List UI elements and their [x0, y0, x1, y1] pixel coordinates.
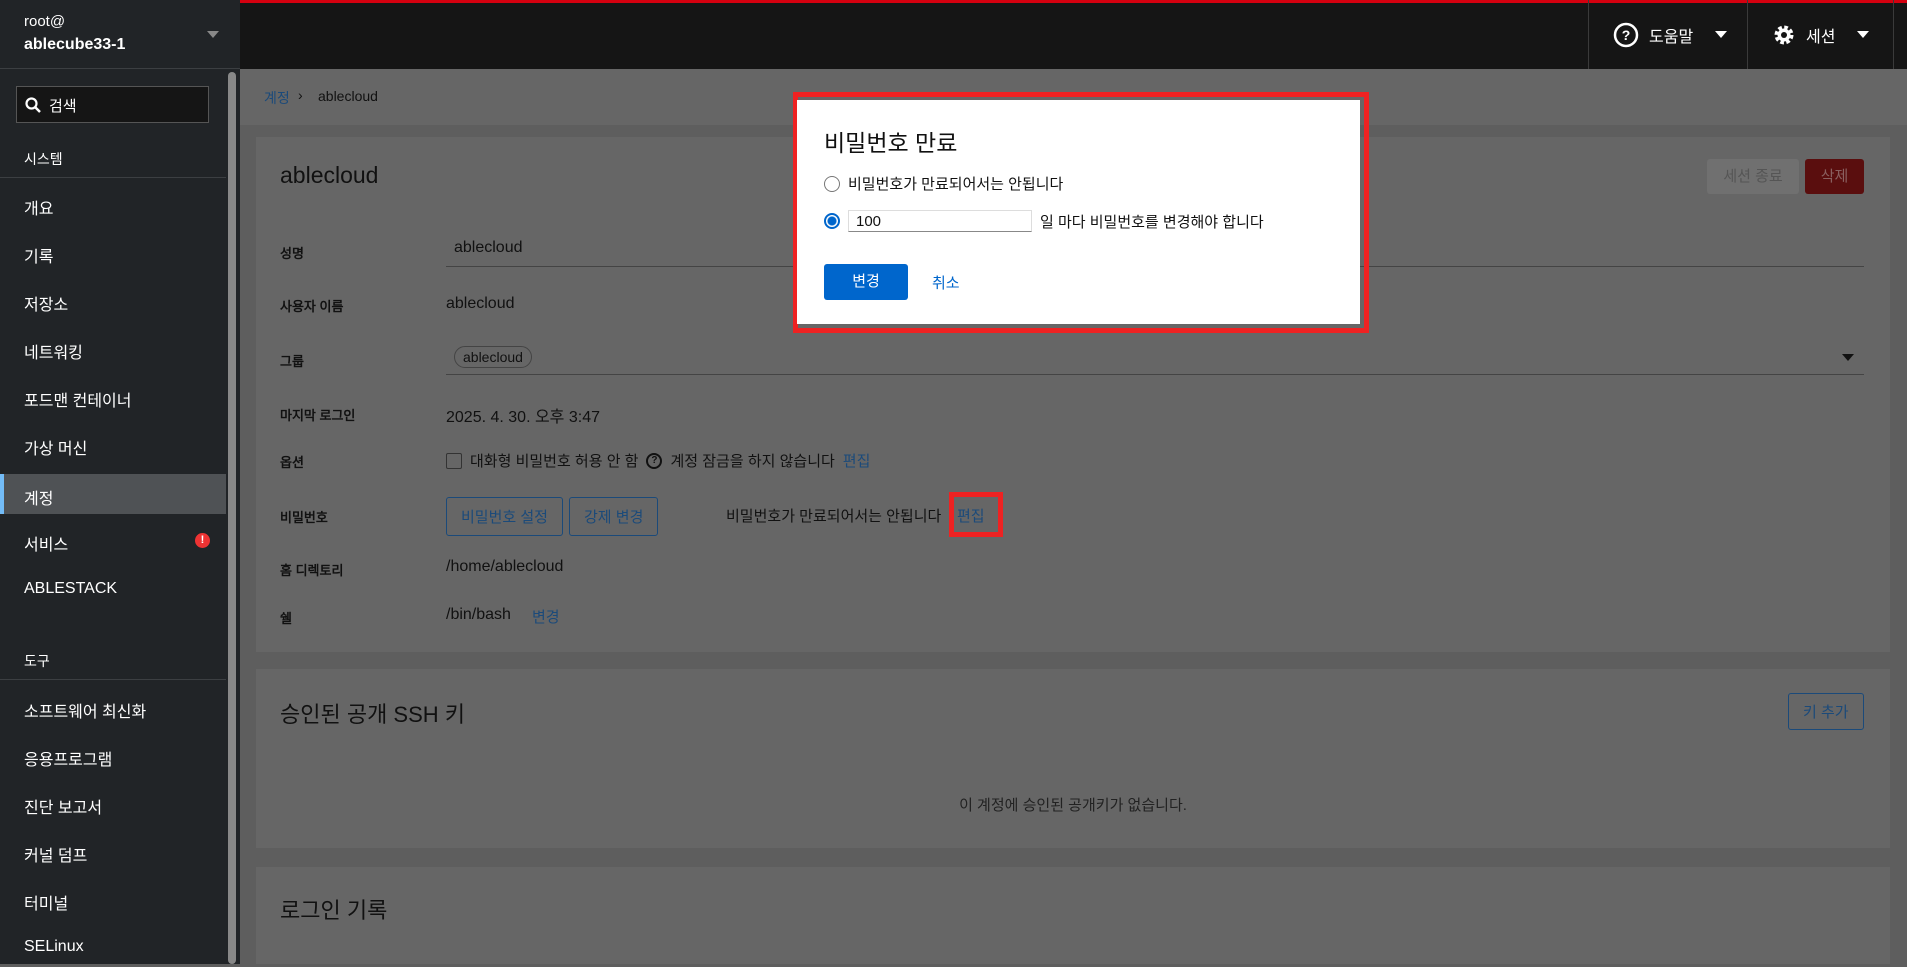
nav-terminal[interactable]: 터미널 — [0, 879, 226, 919]
login-history-card: 로그인 기록 — [256, 867, 1890, 964]
session-menu-button[interactable]: 세션 — [1747, 0, 1895, 69]
nav-ablestack[interactable]: ABLESTACK — [0, 569, 226, 609]
caret-down-icon — [207, 31, 219, 38]
never-expire-radio[interactable] — [824, 175, 840, 192]
full-name-label: 성명 — [280, 246, 304, 261]
no-interactive-pw-checkbox[interactable] — [446, 452, 462, 469]
help-label: 도움말 — [1649, 28, 1694, 46]
help-icon: ? — [1613, 22, 1639, 47]
expire-days-input[interactable]: 100 — [848, 210, 1032, 232]
nav-kernel-dump[interactable]: 커널 덤프 — [0, 831, 226, 871]
nav-podman[interactable]: 포드맨 컨테이너 — [0, 376, 226, 416]
breadcrumb-current: ablecloud — [318, 88, 378, 104]
confirm-change-button[interactable]: 변경 — [824, 264, 908, 300]
breadcrumb-accounts-link[interactable]: 계정 — [264, 88, 290, 108]
caret-down-icon — [1715, 31, 1728, 38]
host-name: ablecube33-1 — [24, 36, 126, 53]
edit-lock-link[interactable]: 편집 — [843, 450, 871, 471]
last-login-value: 2025. 4. 30. 오후 3:47 — [446, 409, 600, 426]
help-menu-button[interactable]: ? 도움말 — [1588, 0, 1751, 69]
change-shell-link[interactable]: 변경 — [532, 606, 560, 627]
svg-text:?: ? — [1622, 27, 1631, 43]
host-user: root@ — [24, 13, 66, 30]
search-input[interactable]: 검색 — [16, 86, 209, 123]
end-session-button[interactable]: 세션 종료 — [1707, 159, 1799, 194]
nav-software-updates[interactable]: 소프트웨어 최신화 — [0, 687, 226, 727]
error-badge-icon: ! — [195, 533, 210, 548]
last-login-label: 마지막 로그인 — [280, 408, 356, 423]
edit-password-expiry-link[interactable]: 편집 — [957, 505, 985, 526]
nav-services-label: 서비스 — [24, 537, 69, 554]
nav-logs[interactable]: 기록 — [0, 232, 226, 272]
set-password-button[interactable]: 비밀번호 설정 — [446, 497, 563, 536]
no-interactive-pw-label: 대화형 비밀번호 허용 안 함 — [470, 453, 639, 470]
expire-days-option[interactable]: 100 일 마다 비밀번호를 변경해야 합니다 — [824, 210, 1264, 232]
account-title: ablecloud — [280, 162, 379, 188]
ssh-keys-card: 승인된 공개 SSH 키 키 추가 이 계정에 승인된 공개키가 없습니다. — [256, 669, 1890, 848]
nav-networking[interactable]: 네트워킹 — [0, 328, 226, 368]
sidebar: root@ ablecube33-1 검색 시스템 개요 기록 저장소 네트워킹… — [0, 0, 240, 964]
force-change-button[interactable]: 강제 변경 — [569, 497, 659, 536]
help-icon[interactable]: ? — [646, 452, 663, 469]
options-label: 옵션 — [280, 455, 304, 470]
nav-accounts[interactable]: 계정 — [0, 474, 226, 514]
sidebar-scrollbar[interactable] — [228, 72, 236, 964]
caret-down-icon — [1857, 31, 1870, 38]
expire-days-suffix: 일 마다 비밀번호를 변경해야 합니다 — [1040, 213, 1264, 231]
options-row: 대화형 비밀번호 허용 안 함 ? 계정 잠금을 하지 않습니다 편집 — [446, 450, 870, 471]
shell-value: /bin/bash — [446, 606, 511, 623]
home-value: /home/ablecloud — [446, 558, 564, 575]
delete-button[interactable]: 삭제 — [1805, 159, 1864, 194]
divider — [0, 679, 226, 680]
section-header-tools: 도구 — [24, 653, 50, 669]
divider — [0, 177, 226, 178]
nav-services[interactable]: 서비스! — [0, 520, 226, 560]
username-value: ablecloud — [446, 295, 515, 312]
never-expire-label: 비밀번호가 만료되어서는 안됩니다 — [848, 176, 1064, 193]
search-placeholder: 검색 — [49, 98, 77, 115]
chevron-right-icon: › — [298, 87, 303, 103]
password-expiry-status: 비밀번호가 만료되어서는 안됩니다 — [726, 508, 942, 525]
password-expiry-dialog: 비밀번호 만료 비밀번호가 만료되어서는 안됩니다 100 일 마다 비밀번호를… — [797, 100, 1360, 324]
nav-overview[interactable]: 개요 — [0, 184, 226, 224]
nav-diagnostic-reports[interactable]: 진단 보고서 — [0, 783, 226, 823]
shell-label: 쉘 — [280, 611, 292, 626]
password-label: 비밀번호 — [280, 510, 328, 525]
ssh-empty-message: 이 계정에 승인된 공개키가 없습니다. — [959, 797, 1187, 814]
home-label: 홈 디렉토리 — [280, 563, 344, 578]
session-label: 세션 — [1806, 28, 1836, 46]
host-switcher[interactable]: root@ ablecube33-1 — [0, 0, 240, 69]
cancel-button[interactable]: 취소 — [932, 272, 960, 293]
username-label: 사용자 이름 — [280, 299, 344, 314]
search-icon — [25, 97, 41, 113]
account-lock-status: 계정 잠금을 하지 않습니다 — [670, 453, 835, 470]
never-expire-option[interactable]: 비밀번호가 만료되어서는 안됩니다 — [824, 173, 1063, 194]
group-label: 그룹 — [280, 354, 304, 369]
caret-down-icon — [1842, 354, 1854, 361]
expire-days-radio[interactable] — [824, 213, 840, 229]
ssh-keys-title: 승인된 공개 SSH 키 — [280, 702, 466, 727]
group-chip[interactable]: ablecloud — [454, 346, 532, 368]
section-header-system: 시스템 — [24, 151, 63, 167]
login-history-title: 로그인 기록 — [280, 898, 388, 923]
add-key-button[interactable]: 키 추가 — [1788, 693, 1864, 730]
group-select[interactable]: ablecloud — [446, 339, 1864, 375]
gear-icon — [1774, 25, 1794, 44]
nav-vms[interactable]: 가상 머신 — [0, 424, 226, 464]
dialog-title: 비밀번호 만료 — [824, 130, 958, 156]
nav-selinux[interactable]: SELinux — [0, 927, 226, 967]
nav-storage[interactable]: 저장소 — [0, 280, 226, 320]
nav-applications[interactable]: 응용프로그램 — [0, 735, 226, 775]
